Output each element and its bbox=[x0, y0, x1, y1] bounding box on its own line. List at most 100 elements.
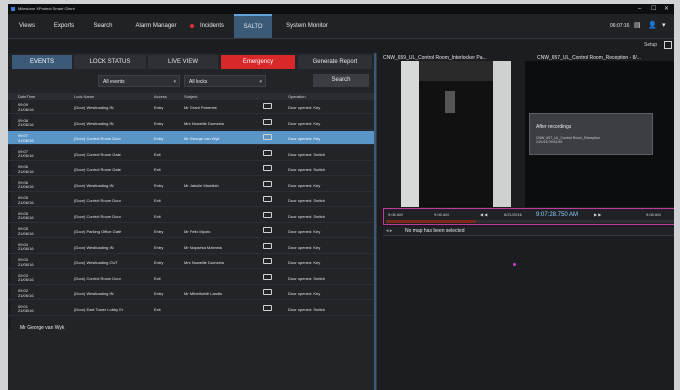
map-cursor-marker bbox=[513, 263, 516, 266]
cell-lock-name: (Door) Westloading IN bbox=[74, 120, 114, 126]
menu-search[interactable]: Search bbox=[86, 14, 120, 38]
menu-salto[interactable]: SALTO bbox=[234, 14, 272, 38]
tab-live-view[interactable]: LIVE VIEW bbox=[148, 55, 218, 69]
events-tabs: EVENTS LOCK STATUS LIVE VIEW Emergency G… bbox=[8, 53, 374, 71]
table-row[interactable]: 09:08 21/06/16 (Door) Westloading IN Entry M… bbox=[8, 116, 374, 130]
table-row[interactable]: 09:04 21/06/16 (Door) Westloading IN Entry M… bbox=[8, 240, 374, 254]
maximize-button[interactable]: ☐ bbox=[651, 4, 656, 14]
alarm-indicator-icon bbox=[190, 24, 194, 28]
timeline-current-time: 9:07:28.750 AM bbox=[536, 212, 579, 218]
id-card-icon[interactable] bbox=[263, 149, 272, 156]
cell-datetime: 09:03 21/06/16 bbox=[18, 273, 34, 282]
cell-lock-name: (Door) Control Room Door bbox=[74, 198, 121, 203]
after-recordings-title: After recordings bbox=[536, 124, 572, 130]
cell-datetime: 09:05 21/06/16 bbox=[18, 227, 34, 236]
cell-lock-name: (Door) Control Room Door bbox=[74, 136, 121, 141]
emergency-button[interactable]: Emergency bbox=[221, 55, 295, 69]
camera-left-view[interactable] bbox=[401, 61, 511, 207]
id-card-icon[interactable] bbox=[263, 304, 272, 311]
id-card-icon[interactable] bbox=[263, 273, 272, 280]
column-lock-name[interactable]: Lock Name bbox=[74, 93, 94, 100]
menu-views[interactable]: Views bbox=[12, 14, 42, 38]
cell-operation: Door opened: Key bbox=[288, 229, 321, 234]
id-card-icon[interactable] bbox=[263, 211, 272, 218]
setup-bar: Setup bbox=[8, 39, 674, 53]
column-subject[interactable]: Subject bbox=[184, 93, 197, 100]
menu-exports[interactable]: Exports bbox=[46, 14, 82, 38]
menu-alarm-manager[interactable]: Alarm Manager bbox=[126, 14, 186, 38]
minimize-button[interactable]: – bbox=[638, 4, 641, 14]
tab-events[interactable]: EVENTS bbox=[12, 55, 72, 69]
column-access[interactable]: Access bbox=[154, 93, 167, 100]
id-card-icon[interactable] bbox=[263, 118, 272, 125]
cell-operation: Door opened: Switch bbox=[288, 151, 326, 157]
table-row[interactable]: 09:06 21/06/16 (Door) Control Room Gate Exi… bbox=[8, 162, 374, 176]
generate-report-button[interactable]: Generate Report bbox=[298, 55, 372, 69]
table-row[interactable]: 09:07 21/06/16 (Door) Control Room Gate Exi… bbox=[8, 147, 374, 161]
id-card-icon[interactable] bbox=[263, 103, 272, 109]
column-datetime[interactable]: DateTime bbox=[18, 93, 35, 100]
video-wall bbox=[493, 61, 511, 207]
map-nav-icon[interactable]: ◂ ▸ bbox=[386, 228, 392, 234]
table-row[interactable]: 09:07 21/06/16 (Door) Control Room Door Ent… bbox=[8, 131, 374, 145]
cell-access: Exit bbox=[154, 213, 161, 219]
id-card-icon[interactable] bbox=[263, 165, 272, 171]
step-forward-icon[interactable]: ▶ ▶ bbox=[594, 212, 601, 217]
lock-filter-select[interactable]: All locks ▾ bbox=[184, 75, 266, 87]
map-bar: ◂ ▸ No map has been selected bbox=[383, 227, 674, 236]
step-back-icon[interactable]: ◀ ◀ bbox=[480, 212, 487, 217]
id-card-icon[interactable] bbox=[263, 258, 272, 264]
table-row[interactable]: 09:01 21/06/16 (Door) East Tower Lobby Er E… bbox=[8, 302, 374, 316]
cell-lock-name: (Door) Westloading IN bbox=[74, 291, 114, 296]
cell-lock-name: (Door) Control Room Door bbox=[74, 275, 121, 281]
id-card-icon[interactable] bbox=[263, 180, 272, 187]
cell-subject: Mrs Nowellie Dumzela bbox=[184, 120, 224, 126]
cell-access: Entry bbox=[154, 260, 164, 265]
id-card-icon[interactable] bbox=[263, 242, 272, 249]
fullscreen-icon[interactable] bbox=[664, 41, 672, 49]
cell-operation: Door opened: Key bbox=[288, 182, 321, 188]
cell-operation: Door opened: Switch bbox=[288, 306, 326, 312]
cell-datetime: 09:07 21/06/16 bbox=[18, 134, 34, 143]
id-card-icon[interactable] bbox=[263, 196, 272, 202]
video-wall bbox=[401, 61, 419, 207]
table-row[interactable]: 09:05 21/06/16 (Door) Control Room Door Exi… bbox=[8, 209, 374, 223]
id-card-icon[interactable] bbox=[263, 227, 272, 233]
table-row[interactable]: 09:03 21/06/16 (Door) Westloading OUT Entry… bbox=[8, 255, 374, 269]
cell-lock-name: (Door) Control Room Door bbox=[74, 213, 121, 219]
map-message: No map has been selected bbox=[405, 228, 465, 234]
selected-subject: Mr George van Wyk bbox=[20, 325, 65, 331]
menu-bar: Views Exports Search Alarm Manager Incid… bbox=[8, 14, 674, 39]
tab-lock-status[interactable]: LOCK STATUS bbox=[74, 55, 146, 69]
search-button[interactable]: Search bbox=[313, 74, 369, 87]
cell-access: Entry bbox=[154, 244, 164, 250]
table-row[interactable]: 09:09 21/06/16 (Door) Westloading IN Entry M… bbox=[8, 100, 374, 114]
playback-timeline[interactable]: 9:06 AM 9:06 AM ◀ ◀ 6/21/2016 9:07:28.75… bbox=[383, 208, 674, 225]
column-operation[interactable]: Operation bbox=[288, 93, 306, 100]
user-icon[interactable]: 👤 bbox=[648, 14, 657, 38]
table-row[interactable]: 09:02 21/06/16 (Door) Westloading IN Entry M… bbox=[8, 286, 374, 300]
id-card-icon[interactable] bbox=[263, 289, 272, 295]
document-icon[interactable]: ▤ bbox=[634, 14, 641, 38]
close-button[interactable]: ✕ bbox=[664, 4, 669, 14]
table-row[interactable]: 09:05 21/06/16 (Door) Control Room Door Exi… bbox=[8, 193, 374, 207]
menu-dropdown-icon[interactable]: ▾ bbox=[662, 14, 666, 38]
cell-subject: Mr Grant Panenee bbox=[184, 105, 217, 110]
table-row[interactable]: 09:03 21/06/16 (Door) Control Room Door Exi… bbox=[8, 271, 374, 285]
cell-lock-name: (Door) Control Room Gate bbox=[74, 167, 121, 172]
video-panel: CNW_659_UL_Control Room_Interlocker Pa..… bbox=[376, 53, 674, 390]
event-filter-select[interactable]: All events ▾ bbox=[98, 75, 180, 87]
menu-incidents[interactable]: Incidents bbox=[196, 14, 228, 38]
timeline-start: 9:06 AM bbox=[388, 212, 403, 217]
cell-lock-name: (Door) Westloading IN bbox=[74, 244, 114, 250]
table-row[interactable]: 09:06 21/06/16 (Door) Westloading IN Entry M… bbox=[8, 178, 374, 192]
menu-system-monitor[interactable]: System Monitor bbox=[276, 14, 338, 38]
id-card-icon[interactable] bbox=[263, 134, 272, 140]
table-row[interactable]: 09:05 21/06/16 (Door) Parking Office Gate E… bbox=[8, 224, 374, 238]
setup-button[interactable]: Setup bbox=[644, 42, 657, 48]
timeline-end: 9:08 AM bbox=[646, 212, 661, 217]
timeline-date: 6/21/2016 bbox=[504, 212, 522, 217]
cell-access: Exit bbox=[154, 306, 161, 312]
cell-access: Entry bbox=[154, 229, 164, 234]
camera-right-view[interactable]: After recordings CNW_657_UL_Control Room… bbox=[525, 61, 674, 207]
